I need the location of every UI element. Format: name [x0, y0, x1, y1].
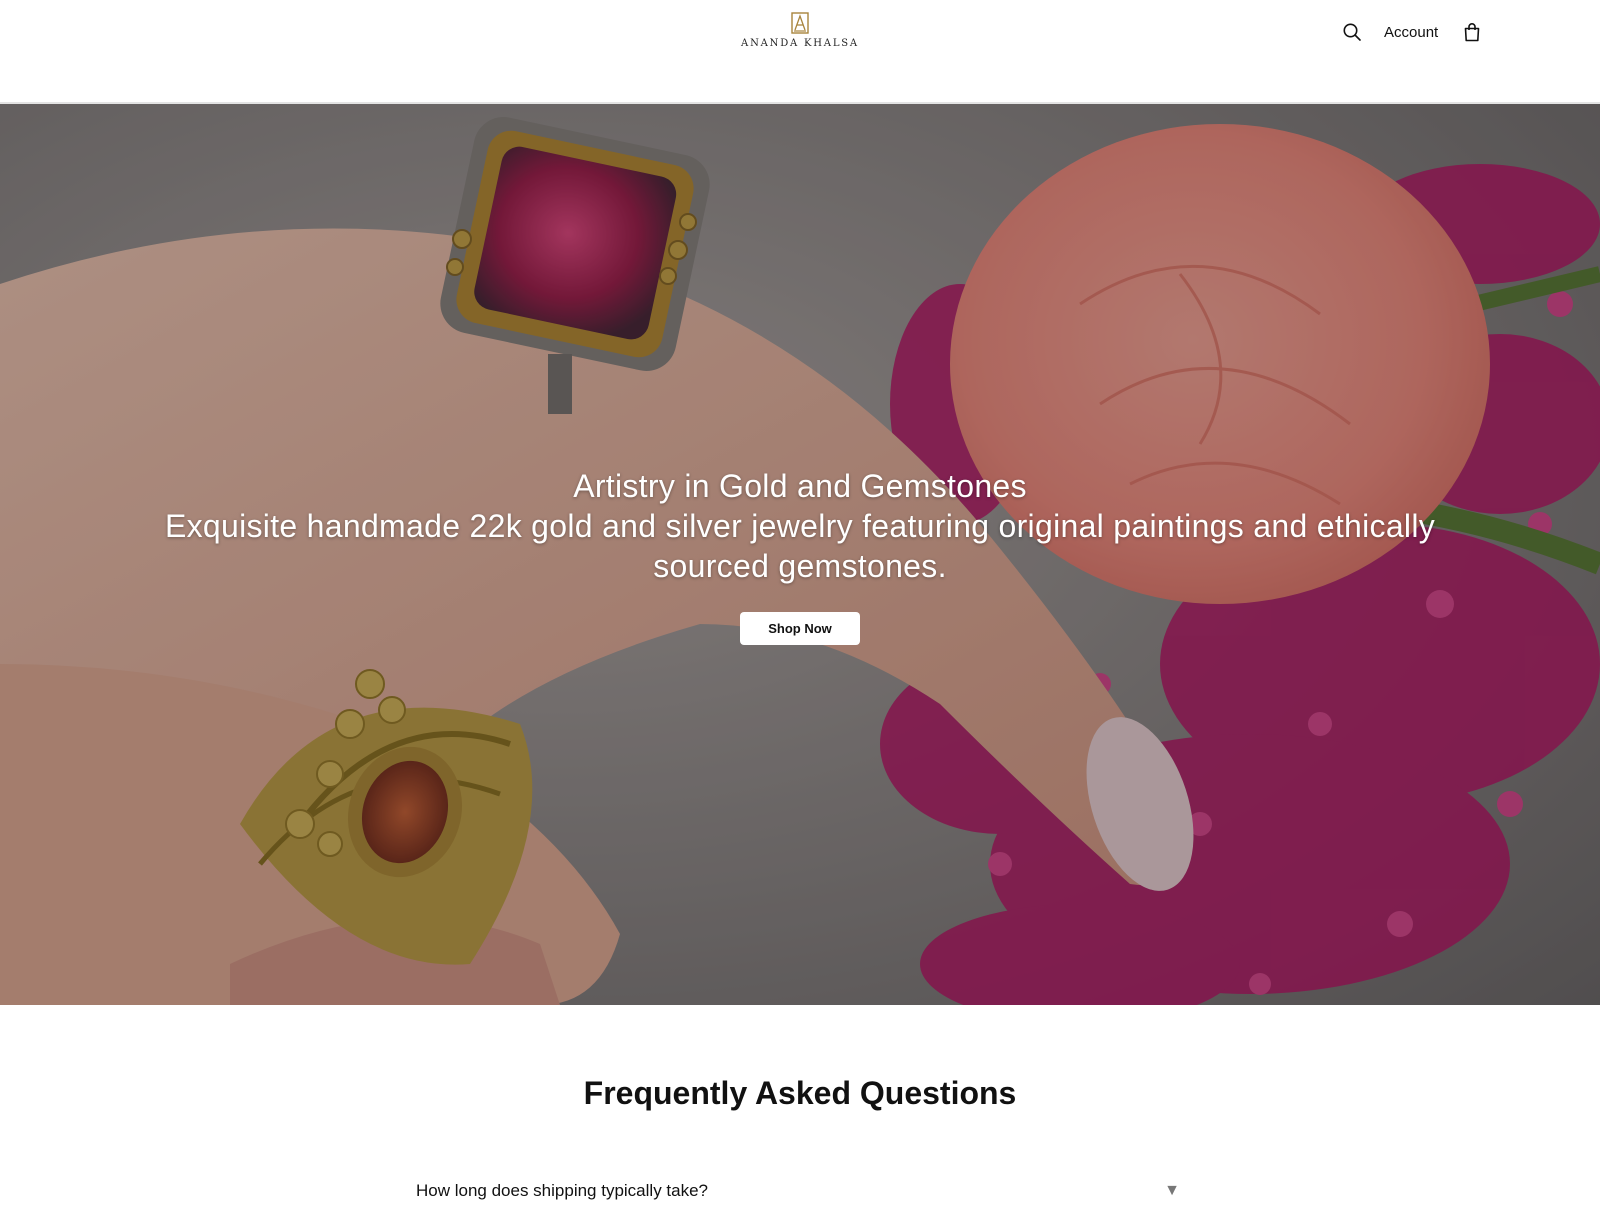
header-utility-nav: Account — [1340, 20, 1484, 44]
hero-banner: Artistry in Gold and Gemstones Exquisite… — [0, 104, 1600, 1005]
logo[interactable]: ANANDA KHALSA — [740, 12, 860, 52]
hero-subtitle: Exquisite handmade 22k gold and silver j… — [164, 508, 1436, 584]
faq-title: Frequently Asked Questions — [583, 1075, 1017, 1111]
faq-section: Frequently Asked Questions How long does… — [0, 1005, 1600, 1200]
logo-mark-icon — [791, 12, 809, 34]
logo-text: ANANDA KHALSA — [741, 38, 859, 49]
hero-content: Artistry in Gold and Gemstones Exquisite… — [100, 466, 1500, 645]
hero-title: Artistry in Gold and Gemstones — [573, 468, 1027, 504]
chevron-down-icon[interactable]: ▼ — [1164, 1181, 1180, 1201]
search-icon[interactable] — [1340, 20, 1364, 44]
faq-item[interactable]: How long does shipping typically take? ▼ — [416, 1181, 1184, 1211]
faq-question: How long does shipping typically take? — [416, 1181, 709, 1200]
account-link[interactable]: Account — [1384, 24, 1438, 41]
site-header: ANANDA KHALSA Account — [0, 0, 1600, 104]
shopping-bag-icon[interactable] — [1460, 20, 1484, 44]
shop-now-button[interactable]: Shop Now — [740, 612, 860, 645]
